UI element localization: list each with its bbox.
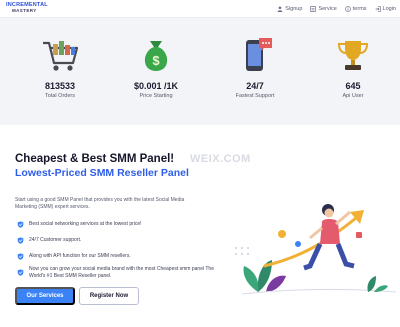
feature-item: Best social networking services at the l…	[17, 221, 207, 228]
feature-item: 24/7 Customer support.	[17, 237, 207, 244]
cart-icon	[43, 41, 79, 71]
user-icon	[277, 6, 283, 12]
nav-service-label: Service	[318, 6, 337, 12]
stat-label: Fastest Support	[235, 93, 275, 99]
hero-subtitle: Lowest-Priced SMM Reseller Panel	[15, 167, 189, 179]
stat-value: 24/7	[246, 81, 264, 91]
nav-service-link[interactable]: Service	[310, 6, 337, 12]
shield-check-icon	[17, 221, 24, 228]
stats-band: 813533 Total Orders $ $0.001 /1K Price S…	[0, 18, 400, 125]
hero-title: Cheapest & Best SMM Panel!	[15, 153, 175, 165]
money-bag-icon: $	[144, 41, 168, 71]
hero-description: Start using a good SMM Panel that provid…	[15, 197, 185, 210]
list-icon	[310, 6, 317, 12]
nav-login-label: Login	[382, 6, 396, 12]
register-now-button[interactable]: Register Now	[79, 287, 139, 305]
feature-text: 24/7 Customer support.	[29, 237, 82, 243]
stat-api-user: 645 Api User	[313, 35, 393, 99]
nav-links: Signup Service terms Login	[277, 4, 396, 14]
stat-label: Api User	[342, 93, 364, 99]
feature-text: Best social networking services at the l…	[29, 221, 142, 227]
watermark-text: WEIX.COM	[190, 153, 251, 165]
nav-terms-label: terms	[352, 6, 367, 12]
phone-support-icon	[246, 38, 272, 71]
feature-text: Along with API function for our SMM rese…	[29, 253, 131, 259]
feature-item: Now you can grow your social media brand…	[17, 266, 217, 279]
logo-line-2: MASTERY	[12, 8, 37, 13]
nav-signup-label: Signup	[285, 6, 303, 12]
svg-text:$: $	[152, 53, 160, 68]
feature-item: Along with API function for our SMM rese…	[17, 253, 207, 260]
stat-price-starting: $ $0.001 /1K Price Starting	[116, 35, 196, 99]
stat-total-orders: 813533 Total Orders	[20, 35, 100, 99]
nav-signup-link[interactable]: Signup	[277, 6, 302, 12]
stat-label: Price Starting	[139, 93, 173, 99]
shield-check-icon	[17, 253, 24, 260]
login-icon	[375, 6, 381, 12]
shield-check-icon	[17, 237, 24, 244]
info-icon	[344, 6, 351, 12]
our-services-button[interactable]: Our Services	[15, 287, 75, 305]
stat-value: 813533	[44, 81, 76, 91]
brand-logo[interactable]: INCREMENTAL MASTERY	[6, 2, 50, 15]
shield-check-icon	[17, 269, 24, 276]
stat-value: $0.001 /1K	[133, 81, 179, 91]
trophy-icon	[337, 41, 369, 70]
top-navbar: INCREMENTAL MASTERY Signup Service terms…	[0, 0, 400, 18]
feature-text: Now you can grow your social media brand…	[29, 266, 214, 279]
growth-illustration	[235, 204, 397, 295]
stat-label: Total Orders	[45, 93, 75, 99]
stat-value: 645	[345, 81, 361, 91]
nav-login-link[interactable]: Login	[375, 6, 396, 12]
stat-fastest-support: 24/7 Fastest Support	[215, 35, 295, 99]
nav-terms-link[interactable]: terms	[344, 6, 367, 12]
